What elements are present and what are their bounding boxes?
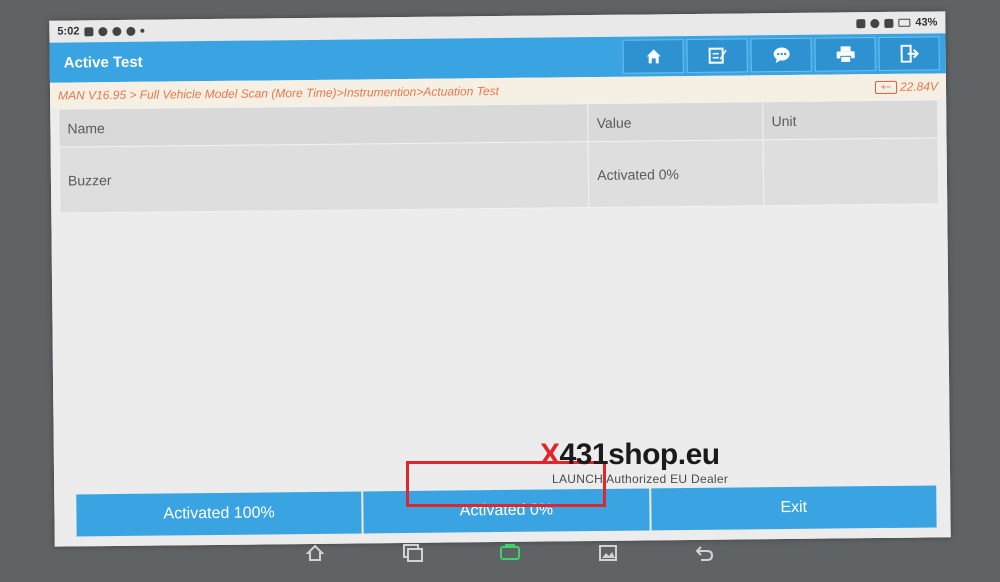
tablet-screen: 5:02 43% Active Test MAN V16.95 > Full V… [49, 11, 951, 547]
column-header-name: Name [58, 103, 589, 148]
battery-level: 43% [915, 16, 938, 29]
activated-100-button[interactable]: Activated 100% [76, 491, 362, 537]
nav-screenshot-button[interactable] [593, 540, 623, 566]
exit-button[interactable]: Exit [650, 485, 937, 531]
battery-icon [898, 18, 911, 27]
nav-home-button[interactable] [300, 540, 330, 566]
voltage-indicator: +− 22.84V [874, 79, 939, 94]
android-nav-bar [300, 536, 720, 570]
sync-icon [112, 26, 122, 36]
sim-icon [856, 18, 866, 28]
image-icon [598, 545, 617, 561]
report-button[interactable] [686, 38, 748, 74]
vci-icon [500, 544, 520, 560]
chat-button[interactable] [750, 37, 812, 73]
home-icon [646, 49, 661, 64]
home-button[interactable] [622, 39, 684, 74]
actuation-table: Name Value Unit Buzzer Activated 0% [58, 99, 939, 214]
page-title: Active Test [63, 53, 143, 72]
home-icon [305, 544, 325, 561]
voltage-value: 22.84V [899, 79, 939, 94]
nav-back-button[interactable] [690, 540, 720, 566]
row-value-cell: Activated 0% [588, 139, 764, 208]
location-icon [870, 18, 880, 28]
nav-vci-button[interactable] [495, 540, 525, 566]
action-bar: Activated 100% Activated 0% Exit [76, 485, 937, 537]
wifi-icon [884, 18, 894, 28]
breadcrumb: MAN V16.95 > Full Vehicle Model Scan (Mo… [57, 84, 499, 103]
notification-icon [84, 26, 94, 36]
more-notifications-icon [140, 28, 145, 33]
activated-0-button[interactable]: Activated 0% [363, 488, 650, 534]
settings-notification-icon [98, 26, 108, 36]
print-icon [836, 46, 855, 63]
print-button[interactable] [814, 37, 876, 72]
report-icon [708, 47, 727, 64]
status-time: 5:02 [57, 25, 80, 38]
back-icon [695, 546, 714, 561]
column-header-value: Value [587, 101, 764, 142]
main-content: Name Value Unit Buzzer Activated 0% Acti… [50, 99, 951, 547]
column-header-unit: Unit [762, 99, 939, 140]
table-row[interactable]: Buzzer Activated 0% [59, 137, 939, 214]
chat-icon [773, 47, 790, 64]
recents-icon [402, 544, 423, 562]
exit-icon [900, 44, 919, 63]
row-name-cell: Buzzer [59, 141, 590, 214]
car-battery-icon: +− [874, 80, 898, 94]
exit-app-button[interactable] [878, 36, 940, 72]
header-toolbar [622, 33, 945, 76]
nav-recents-button[interactable] [398, 540, 428, 566]
app-notification-icon [126, 26, 136, 36]
row-unit-cell [763, 137, 939, 206]
